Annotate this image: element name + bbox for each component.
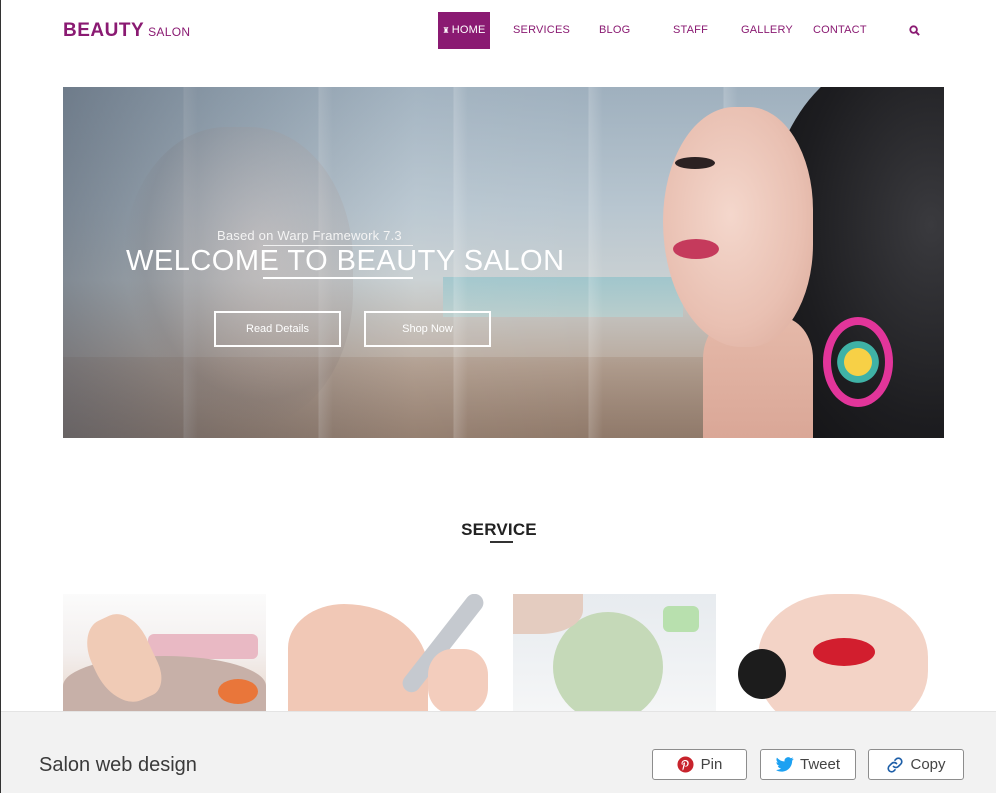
model-lips <box>813 638 875 666</box>
makeup-brush <box>738 649 786 699</box>
pin-label: Pin <box>700 756 723 773</box>
flower-decoration <box>218 679 258 704</box>
cream-jar <box>663 606 699 632</box>
service-card-pedicure[interactable] <box>63 594 266 711</box>
service-card-facial[interactable] <box>513 594 716 711</box>
second-hand <box>428 649 488 711</box>
service-card-makeup[interactable] <box>738 594 941 711</box>
copy-link-button[interactable]: Copy <box>868 749 964 780</box>
hero-title: WELCOME TO BEAUTY SALON <box>126 245 565 277</box>
read-details-button[interactable]: Read Details <box>214 311 341 347</box>
service-card-manicure[interactable] <box>288 594 491 711</box>
hero-model-earring <box>823 317 893 407</box>
hero-banner: Based on Warp Framework 7.3 WELCOME TO B… <box>63 87 944 438</box>
link-icon <box>886 756 904 774</box>
nav-item-contact[interactable]: CONTACT <box>813 12 867 49</box>
tweet-button[interactable]: Tweet <box>760 749 856 780</box>
nav-item-home[interactable]: ♜ HOME <box>438 12 490 49</box>
hero-title-underline <box>263 277 413 279</box>
service-heading: SERVICE <box>461 520 537 539</box>
tweet-label: Tweet <box>799 756 841 773</box>
pinterest-icon <box>677 756 695 774</box>
home-icon: ♜ <box>442 26 450 35</box>
hero-model-lips <box>673 239 719 259</box>
hero-model-eye <box>675 157 715 169</box>
pin-button[interactable]: Pin <box>652 749 747 780</box>
site-logo[interactable]: BEAUTY SALON <box>63 20 190 42</box>
shop-now-button[interactable]: Shop Now <box>364 311 491 347</box>
hero-subtitle: Based on Warp Framework 7.3 <box>217 228 402 243</box>
logo-sub-text: SALON <box>148 25 191 39</box>
search-icon[interactable] <box>907 12 921 49</box>
nav-item-gallery[interactable]: GALLERY <box>741 12 793 49</box>
twitter-icon <box>775 756 794 774</box>
service-heading-underline <box>490 541 513 543</box>
copy-label: Copy <box>910 756 946 773</box>
nav-item-label: HOME <box>451 24 486 36</box>
nav-item-blog[interactable]: BLOG <box>599 12 630 49</box>
page-frame: BEAUTY SALON ♜ HOME SERVICES BLOG STAFF G… <box>0 0 996 793</box>
nav-item-staff[interactable]: STAFF <box>673 12 708 49</box>
footer-title: Salon web design <box>39 754 197 776</box>
logo-main-text: BEAUTY <box>63 20 145 41</box>
hand-image <box>288 604 428 711</box>
share-footer: Salon web design Pin Tweet Copy <box>1 711 996 793</box>
nav-item-services[interactable]: SERVICES <box>513 12 570 49</box>
